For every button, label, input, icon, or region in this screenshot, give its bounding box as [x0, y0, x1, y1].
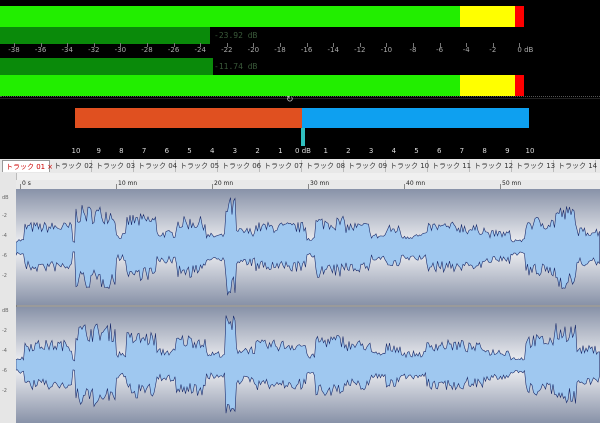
balance-scale-label: 1 [278, 147, 283, 155]
balance-scale-label: 3 [368, 147, 374, 155]
tab-track-01[interactable]: トラック 01 × [2, 160, 53, 172]
ruler-label: 30 mn [310, 180, 330, 187]
meter-top-readout: -23.92 dB [214, 31, 258, 40]
balance-scale-label: 8 [119, 147, 124, 155]
tab-label: トラック 06 [222, 162, 262, 170]
tab-track-06[interactable]: トラック 06 [219, 160, 262, 172]
tab-label: トラック 13 [516, 162, 556, 170]
meter-scale-label: -38 [8, 46, 20, 54]
meter-scale-label: -6 [436, 46, 444, 54]
tab-track-13[interactable]: トラック 13 [513, 160, 556, 172]
meter-scale-label: 0 dB [517, 46, 534, 54]
ruler-label: 10 mn [118, 180, 138, 187]
meter-scale-label: -2 [489, 46, 497, 54]
balance-scale-label: 0 dB [295, 147, 311, 155]
tab-track-10[interactable]: トラック 10 [387, 160, 430, 172]
meter-scale-label: -22 [221, 46, 233, 54]
tab-label: トラック 07 [264, 162, 304, 170]
balance-scale-label: 8 [482, 147, 487, 155]
meter-scale-label: -18 [274, 46, 286, 54]
meter-bottom-rms [0, 58, 213, 75]
tab-label: トラック 03 [96, 162, 136, 170]
ruler-label: 20 mn [214, 180, 234, 187]
balance-scale-label: 2 [346, 147, 351, 155]
tab-track-03[interactable]: トラック 03 [93, 160, 136, 172]
meter-top-red [515, 6, 524, 27]
tab-label: トラック 02 [54, 162, 94, 170]
tab-label: トラック 12 [474, 162, 514, 170]
tab-label: トラック 11 [432, 162, 472, 170]
balance-scale-label: 9 [96, 147, 101, 155]
balance-scale-label: 2 [255, 147, 260, 155]
tab-label: トラック 14 [558, 162, 598, 170]
balance-left-bar [75, 108, 302, 128]
balance-scale-label: 7 [141, 147, 147, 155]
balance-scale-label: 4 [209, 147, 215, 155]
meter-scale-label: -26 [167, 46, 180, 54]
tab-track-04[interactable]: トラック 04 [135, 160, 178, 172]
tab-label: トラック 09 [348, 162, 388, 170]
refresh-icon[interactable]: ↻ [286, 95, 294, 105]
balance-scale-label: 3 [232, 147, 238, 155]
meter-scale-label: -8 [409, 46, 417, 54]
meter-scale-label: -24 [194, 46, 206, 54]
meter-bottom-red [515, 75, 524, 96]
meter-scale-label: -20 [247, 46, 260, 54]
level-meters: -23.92 dB -38 -36 -34 -32 -30 -28 -26 -24 -22 -20… [0, 0, 600, 103]
ruler-label: 40 mn [406, 180, 426, 187]
tab-track-09[interactable]: トラック 09 [345, 160, 388, 172]
tab-label: トラック 04 [138, 162, 178, 170]
tab-track-12[interactable]: トラック 12 [471, 160, 514, 172]
balance-scale-label: 5 [414, 147, 419, 155]
tab-label: トラック 05 [180, 162, 220, 170]
meter-scale-label: -12 [354, 46, 366, 54]
meter-scale-label: -34 [61, 46, 73, 54]
level-scale-strip: dB -2 -4 -6 -2 dB -2 -4 -6 -2 [0, 173, 17, 423]
tab-label: トラック 01 [6, 163, 46, 171]
ruler-label: 0 s [22, 180, 31, 187]
meter-scale-label: -14 [327, 46, 339, 54]
balance-meter: 10 9 8 7 6 5 4 3 2 1 0 dB 1 2 3 4 5 6 7 8 9 10 [0, 105, 600, 155]
meter-scale-label: -32 [88, 46, 100, 54]
balance-scale-label: 5 [187, 147, 192, 155]
tab-track-14[interactable]: トラック 14 [555, 160, 598, 172]
tab-label: トラック 08 [306, 162, 346, 170]
meter-scale-label: -28 [141, 46, 153, 54]
meter-scale-label: -16 [300, 46, 313, 54]
balance-scale-label: 1 [323, 147, 328, 155]
meter-scale: -38 -36 -34 -32 -30 -28 -26 -24 -22 -20 -18 -16 -14 -… [0, 43, 600, 57]
balance-right-bar [302, 108, 529, 128]
track-tabs: トラック 01 × トラック 02 トラック 03 トラック 04 トラック 05 トラック… [0, 159, 600, 174]
balance-marker [301, 128, 305, 146]
meter-scale-label: -36 [34, 46, 47, 54]
balance-scale-label: 7 [459, 147, 465, 155]
meter-top-yellow [460, 6, 515, 27]
meter-bottom-readout: -11.74 dB [214, 62, 258, 71]
balance-scale-label: 10 [525, 147, 535, 155]
tab-track-11[interactable]: トラック 11 [429, 160, 472, 172]
meter-top-rms [0, 27, 210, 44]
meter-bottom-yellow [460, 75, 515, 96]
tab-label: トラック 10 [390, 162, 430, 170]
balance-scale-label: 6 [436, 147, 442, 155]
balance-scale-label: 6 [164, 147, 170, 155]
balance-scale-label: 10 [71, 147, 81, 155]
balance-scale-label: 9 [505, 147, 510, 155]
meter-scale-label: -30 [114, 46, 127, 54]
meter-top-green [0, 6, 460, 27]
meter-scale-label: -4 [462, 46, 470, 54]
tab-track-02[interactable]: トラック 02 [51, 160, 94, 172]
balance-scale-label: 4 [391, 147, 397, 155]
meter-scale-label: -10 [380, 46, 393, 54]
ruler-label: 50 mn [502, 180, 522, 187]
tab-track-07[interactable]: トラック 07 [261, 160, 304, 172]
meter-bottom-green [0, 75, 460, 96]
tab-track-08[interactable]: トラック 08 [303, 160, 346, 172]
tab-track-05[interactable]: トラック 05 [177, 160, 220, 172]
waveform-display[interactable] [16, 189, 600, 423]
